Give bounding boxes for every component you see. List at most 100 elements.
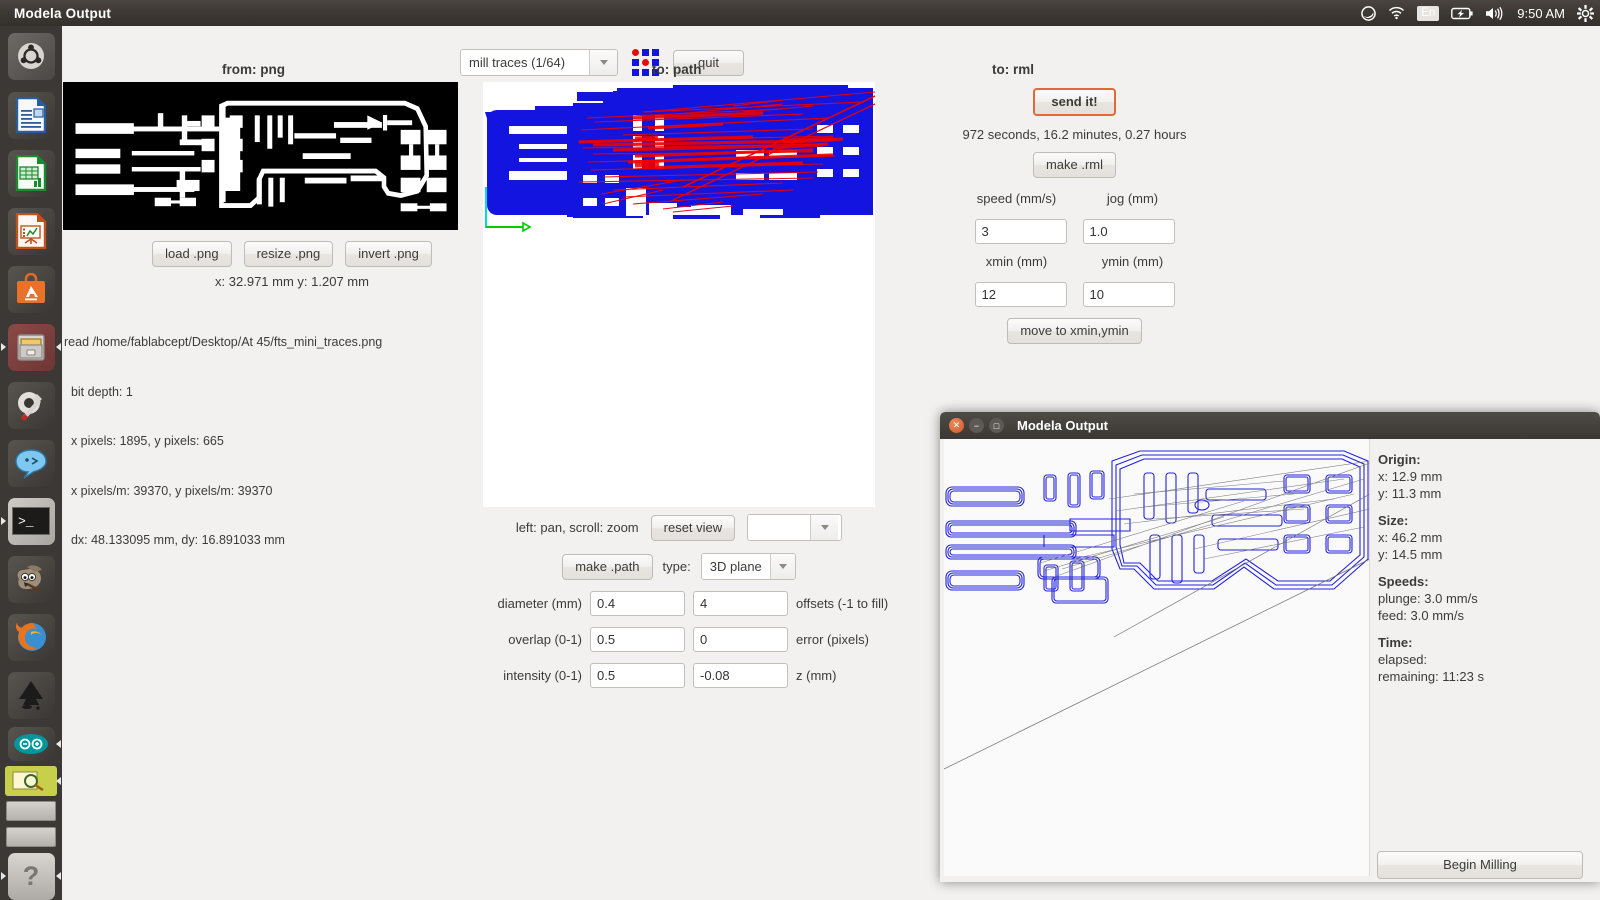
launcher-item-terminal[interactable]: >_ xyxy=(0,492,62,550)
make-rml-button[interactable]: make .rml xyxy=(1032,152,1117,178)
png-preview-canvas[interactable] xyxy=(63,82,458,230)
view-select-value xyxy=(748,515,811,540)
speed-jog-labels: speed (mm/s) jog (mm) xyxy=(922,191,1227,206)
arduino-infinity-icon xyxy=(14,734,48,754)
type-label: type: xyxy=(662,559,691,574)
unity-launcher: >_ ? xyxy=(0,26,62,900)
chevron-down-icon[interactable] xyxy=(769,554,795,579)
ubuntu-logo-icon xyxy=(18,43,44,69)
ymin-label: ymin (mm) xyxy=(1101,254,1164,269)
z-input[interactable] xyxy=(693,663,788,688)
error-input[interactable] xyxy=(693,627,788,652)
time-estimate: 972 seconds, 16.2 minutes, 0.27 hours xyxy=(962,127,1187,142)
diameter-label: diameter (mm) xyxy=(497,596,582,611)
dialog-toolpath-canvas[interactable] xyxy=(944,439,1370,876)
speeds-heading: Speeds: xyxy=(1378,574,1429,589)
process-select[interactable]: mill traces (1/64) xyxy=(460,49,618,76)
remaining-time: remaining: 11:23 s xyxy=(1378,669,1484,684)
path-view-controls: left: pan, scroll: zoom reset view xyxy=(483,514,875,541)
maximize-icon[interactable]: □ xyxy=(989,418,1004,433)
xmin-ymin-labels: xmin (mm) ymin (mm) xyxy=(922,254,1227,269)
view-select[interactable] xyxy=(747,514,843,541)
chevron-down-icon[interactable] xyxy=(810,515,839,540)
inkscape-icon xyxy=(19,681,43,710)
origin-x: x: 12.9 mm xyxy=(1378,469,1443,484)
speed-input[interactable] xyxy=(974,219,1067,244)
keyboard-layout-indicator[interactable]: En xyxy=(1417,5,1440,21)
close-icon[interactable]: ✕ xyxy=(949,418,964,433)
launcher-item-libreoffice-calc[interactable] xyxy=(0,144,62,202)
image-viewer-icon xyxy=(12,771,44,792)
reset-view-button[interactable]: reset view xyxy=(650,514,736,541)
feed-speed: feed: 3.0 mm/s xyxy=(1378,608,1464,623)
launcher-item-workspace-switcher-2[interactable] xyxy=(0,824,62,850)
battery-icon[interactable] xyxy=(1451,7,1473,20)
overlap-input[interactable] xyxy=(590,627,685,652)
launcher-item-workspace-switcher[interactable] xyxy=(0,798,62,824)
xmin-ymin-inputs xyxy=(922,282,1227,307)
path-field-row-diameter: diameter (mm) offsets (-1 to fill) xyxy=(462,591,888,616)
jog-input[interactable] xyxy=(1082,219,1175,244)
ubuntu-one-icon[interactable] xyxy=(1361,5,1377,21)
move-row: move to xmin,ymin xyxy=(922,318,1227,344)
firefox-icon xyxy=(15,623,46,651)
process-select-value: mill traces (1/64) xyxy=(461,50,589,75)
chevron-down-icon[interactable] xyxy=(589,50,617,75)
resize-png-button[interactable]: resize .png xyxy=(243,241,334,267)
launcher-item-help[interactable]: ? xyxy=(0,850,62,900)
rml-panel-title: to: rml xyxy=(992,62,1034,77)
offsets-label: offsets (-1 to fill) xyxy=(796,596,889,611)
launcher-item-gimp[interactable] xyxy=(0,550,62,608)
chat-bubble-icon xyxy=(15,449,47,479)
launcher-item-ubuntu-dash[interactable] xyxy=(0,26,62,86)
cursor-coordinate-readout: x: 32.971 mm y: 1.207 mm xyxy=(215,274,369,289)
launcher-item-ubuntu-software-center[interactable] xyxy=(0,260,62,318)
launcher-item-firefox[interactable] xyxy=(0,608,62,666)
elapsed-time: elapsed: xyxy=(1378,652,1428,667)
launcher-item-inkscape[interactable] xyxy=(0,666,62,724)
type-select-value: 3D plane xyxy=(701,554,770,579)
launcher-item-system-settings[interactable] xyxy=(0,376,62,434)
clock[interactable]: 9:50 AM xyxy=(1517,6,1565,21)
load-png-button[interactable]: load .png xyxy=(152,241,232,267)
session-gear-icon[interactable] xyxy=(1577,4,1594,22)
invert-png-button[interactable]: invert .png xyxy=(345,241,432,267)
xmin-input[interactable] xyxy=(974,282,1067,307)
log-line: bit depth: 1 xyxy=(64,384,133,399)
speed-jog-inputs xyxy=(922,219,1227,244)
launcher-item-arduino-ide[interactable] xyxy=(0,724,62,764)
path-preview-canvas[interactable] xyxy=(483,82,875,507)
begin-milling-button[interactable]: Begin Milling xyxy=(1377,851,1583,879)
pcb-traces-image xyxy=(63,82,458,230)
xmin-label: xmin (mm) xyxy=(985,254,1048,269)
type-select[interactable]: 3D plane xyxy=(700,553,796,580)
launcher-item-libreoffice-writer[interactable] xyxy=(0,86,62,144)
error-label: error (pixels) xyxy=(796,632,869,647)
gear-wrench-icon xyxy=(18,392,42,421)
png-log: read /home/fablabcept/Desktop/At 45/fts_… xyxy=(64,301,484,582)
launcher-item-image-viewer[interactable] xyxy=(0,764,62,798)
window-title: Modela Output xyxy=(14,5,112,21)
log-line: x pixels/m: 39370, y pixels/m: 39370 xyxy=(64,483,273,498)
minimize-icon[interactable]: − xyxy=(969,418,984,433)
launcher-item-empathy-messaging[interactable] xyxy=(0,434,62,492)
volume-icon[interactable] xyxy=(1485,6,1505,21)
question-mark-icon: ? xyxy=(22,860,40,891)
make-path-button[interactable]: make .path xyxy=(562,553,653,580)
launcher-item-files-nautilus[interactable] xyxy=(0,318,62,376)
move-to-xmin-ymin-button[interactable]: move to xmin,ymin xyxy=(1007,318,1142,344)
dialog-body: Origin: x: 12.9 mm y: 11.3 mm Size: x: 4… xyxy=(940,439,1600,882)
png-panel-title: from: png xyxy=(222,62,285,77)
wifi-icon[interactable] xyxy=(1388,6,1405,20)
dialog-titlebar[interactable]: ✕ − □ Modela Output xyxy=(940,412,1600,439)
diameter-input[interactable] xyxy=(590,591,685,616)
launcher-item-libreoffice-impress[interactable] xyxy=(0,202,62,260)
offsets-input[interactable] xyxy=(693,591,788,616)
intensity-input[interactable] xyxy=(590,663,685,688)
path-field-row-intensity: intensity (0-1) z (mm) xyxy=(462,663,836,688)
ymin-input[interactable] xyxy=(1082,282,1175,307)
origin-heading: Origin: xyxy=(1378,452,1421,467)
make-rml-row: make .rml xyxy=(922,152,1227,178)
speed-label: speed (mm/s) xyxy=(976,191,1057,206)
send-it-button[interactable]: send it! xyxy=(1033,88,1116,116)
